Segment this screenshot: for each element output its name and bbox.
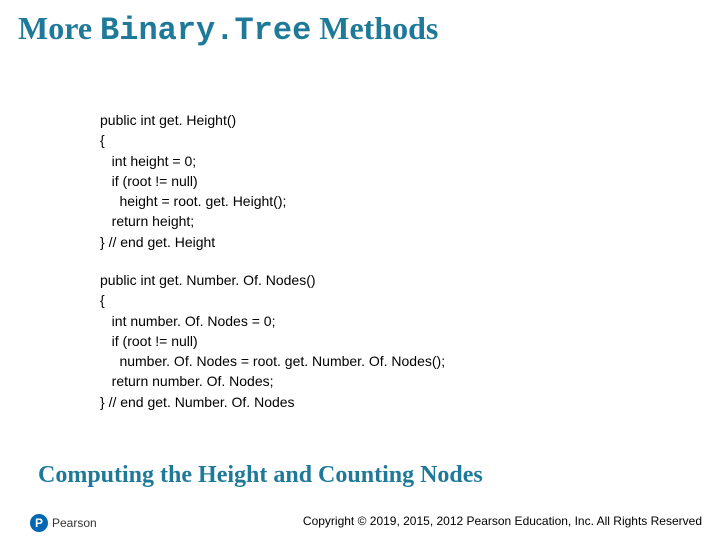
code-line: height = root. get. Height();: [100, 191, 286, 211]
pearson-text: Pearson: [52, 516, 97, 530]
code-line: return height;: [100, 211, 286, 231]
slide-title: More Binary.Tree Methods: [18, 10, 438, 49]
code-line: public int get. Number. Of. Nodes(): [100, 270, 445, 290]
code-line: } // end get. Height: [100, 232, 286, 252]
code-line: return number. Of. Nodes;: [100, 371, 445, 391]
code-line: public int get. Height(): [100, 110, 286, 130]
title-post: Methods: [311, 10, 438, 46]
copyright-footer: Copyright © 2019, 2015, 2012 Pearson Edu…: [303, 514, 702, 528]
code-line: if (root != null): [100, 331, 445, 351]
code-line: if (root != null): [100, 171, 286, 191]
code-block-get-number-of-nodes: public int get. Number. Of. Nodes() { in…: [100, 270, 445, 412]
code-line: {: [100, 130, 286, 150]
code-line: int height = 0;: [100, 151, 286, 171]
code-block-get-height: public int get. Height() { int height = …: [100, 110, 286, 252]
code-line: number. Of. Nodes = root. get. Number. O…: [100, 351, 445, 371]
title-mono: Binary.Tree: [100, 12, 311, 49]
title-pre: More: [18, 10, 100, 46]
pearson-p-icon: P: [30, 514, 48, 532]
slide-subtitle: Computing the Height and Counting Nodes: [38, 462, 483, 489]
code-line: } // end get. Number. Of. Nodes: [100, 392, 445, 412]
code-line: int number. Of. Nodes = 0;: [100, 311, 445, 331]
code-line: {: [100, 290, 445, 310]
pearson-logo: P Pearson: [30, 514, 97, 532]
